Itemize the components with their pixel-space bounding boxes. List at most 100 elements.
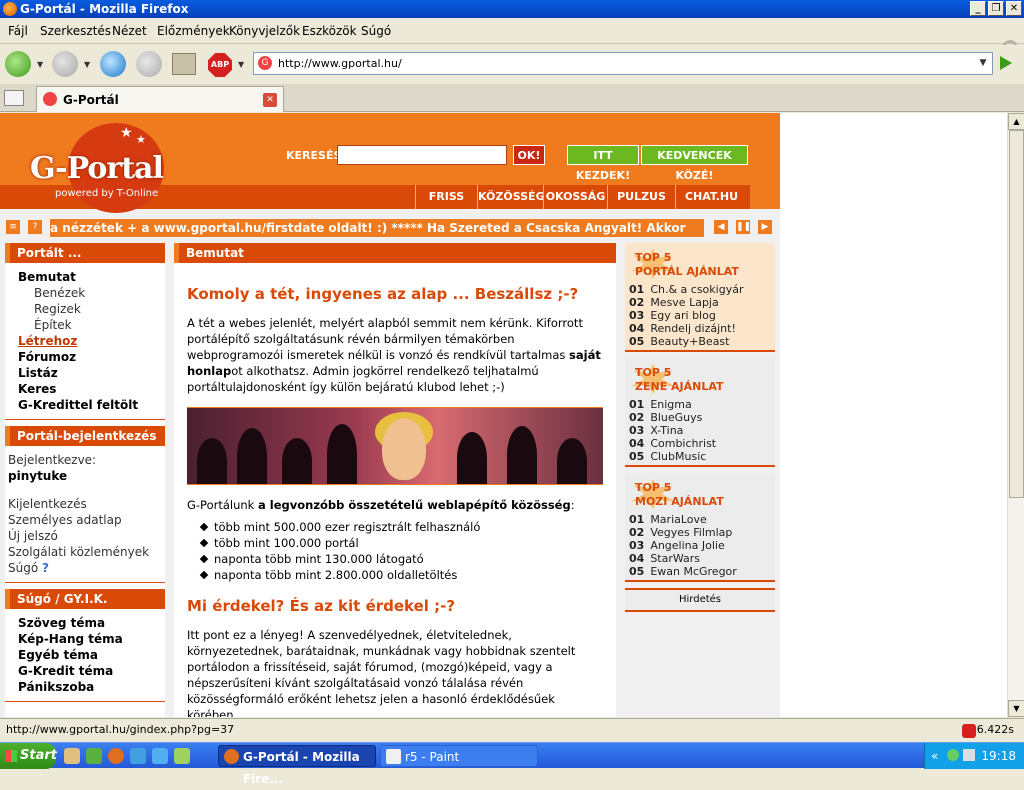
menu-help[interactable]: Súgó: [361, 24, 391, 38]
scroll-thumb[interactable]: [1009, 130, 1024, 498]
help-item-media[interactable]: Kép-Hang téma: [5, 631, 165, 647]
menu-history[interactable]: Előzmények: [157, 24, 230, 38]
menu-bookmarks[interactable]: Könyvjelzők: [229, 24, 300, 38]
list-item[interactable]: 05 ClubMusic: [629, 450, 771, 463]
reload-icon[interactable]: [100, 51, 126, 77]
sidebar-item-listaz[interactable]: Listáz: [5, 365, 165, 381]
profile-link[interactable]: Személyes adatlap: [5, 512, 165, 528]
list-item[interactable]: 03 Egy ari blog: [629, 309, 771, 322]
help-item-text[interactable]: Szöveg téma: [5, 615, 165, 631]
network-tray-icon[interactable]: [963, 749, 975, 761]
woman-face: [382, 418, 426, 480]
search-input[interactable]: [337, 145, 507, 165]
ticker-next-icon[interactable]: ▶: [758, 220, 772, 234]
help-item-gkredit[interactable]: G-Kredit téma: [5, 663, 165, 679]
help-link[interactable]: Súgó: [8, 561, 38, 575]
list-item[interactable]: 05 Ewan McGregor: [629, 565, 771, 578]
search-ok-button[interactable]: OK!: [513, 145, 545, 165]
menu-tools[interactable]: Eszközök: [302, 24, 357, 38]
list-item[interactable]: 03 X-Tina: [629, 424, 771, 437]
adblock-dropdown-icon[interactable]: ▼: [238, 60, 244, 69]
promo-banner-image[interactable]: [187, 407, 603, 485]
site-logo[interactable]: G-Portal: [30, 151, 164, 186]
menu-view[interactable]: Nézet: [112, 24, 147, 38]
ticker-pause-icon[interactable]: ❚❚: [736, 220, 751, 234]
list-item[interactable]: 05 Beauty+Beast: [629, 335, 771, 348]
close-button[interactable]: ✕: [1006, 1, 1022, 16]
sidebar-item-gkredit[interactable]: G-Kredittel feltölt: [5, 397, 165, 413]
list-item[interactable]: 02 Mesve Lapja: [629, 296, 771, 309]
tray-expand-icon[interactable]: «: [931, 743, 938, 769]
ie-icon[interactable]: [130, 748, 146, 764]
messenger-tray-icon[interactable]: [947, 749, 959, 761]
list-item[interactable]: 04 Combichrist: [629, 437, 771, 450]
address-dropdown-icon[interactable]: ▼: [975, 53, 991, 74]
messenger-icon[interactable]: [174, 748, 190, 764]
forward-arrow-icon[interactable]: [52, 51, 78, 77]
forward-dropdown-icon[interactable]: ▼: [84, 60, 90, 69]
sidebar-item-bemutat[interactable]: Bemutat: [5, 269, 165, 285]
list-item[interactable]: 01 MariaLove: [629, 513, 771, 526]
scroll-down-icon[interactable]: ▼: [1008, 700, 1024, 717]
ticker-help-icon[interactable]: ?: [28, 220, 42, 234]
add-favorites-button[interactable]: KEDVENCEK KÖZÉ!: [641, 145, 748, 182]
nav-pulzus[interactable]: PULZUS: [607, 185, 675, 209]
list-item[interactable]: 02 BlueGuys: [629, 411, 771, 424]
quicklaunch-icon[interactable]: [86, 748, 102, 764]
start-here-button[interactable]: ITT KEZDEK!: [567, 145, 639, 182]
address-bar[interactable]: G http://www.gportal.hu/: [253, 52, 993, 75]
community-text: G-Portálunk: [187, 498, 258, 512]
help-item-other[interactable]: Egyéb téma: [5, 647, 165, 663]
sidebar-item-regizek[interactable]: Regizek: [5, 301, 165, 317]
tab-gportal[interactable]: G-Portál ✕: [36, 86, 284, 112]
taskbar-item-paint[interactable]: r5 - Paint: [380, 745, 538, 767]
login-label: Bejelentkezve:: [8, 453, 97, 467]
status-url: http://www.gportal.hu/gindex.php?pg=37: [6, 723, 235, 736]
logout-link[interactable]: Kijelentkezés: [5, 496, 165, 512]
scroll-up-icon[interactable]: ▲: [1008, 113, 1024, 130]
nav-okossag[interactable]: OKOSSÁG: [543, 185, 607, 209]
help-question-icon[interactable]: ?: [42, 561, 49, 575]
ticker-message[interactable]: a nézzétek + a www.gportal.hu/firstdate …: [50, 219, 704, 237]
sidebar-item-forumoz[interactable]: Fórumoz: [5, 349, 165, 365]
sidebar-item-keres[interactable]: Keres: [5, 381, 165, 397]
quicklaunch-icon[interactable]: [152, 748, 168, 764]
adblock-status-icon[interactable]: [962, 724, 976, 738]
menu-file[interactable]: Fájl: [8, 24, 28, 38]
firefox-quicklaunch-icon[interactable]: [108, 748, 124, 764]
ticker-prev-icon[interactable]: ◀: [714, 220, 728, 234]
home-icon[interactable]: [172, 53, 196, 75]
ticker-list-icon[interactable]: ≡: [6, 220, 20, 234]
list-item[interactable]: 02 Vegyes Filmlap: [629, 526, 771, 539]
back-dropdown-icon[interactable]: ▼: [37, 60, 43, 69]
page-viewport: FRISS KÖZÖSSÉG OKOSSÁG PULZUS CHAT.HU ★ …: [0, 113, 1007, 717]
menu-edit[interactable]: Szerkesztés: [40, 24, 111, 38]
new-password-link[interactable]: Új jelszó: [5, 528, 165, 544]
list-item[interactable]: 03 Angelina Jolie: [629, 539, 771, 552]
nav-chat[interactable]: CHAT.HU: [675, 185, 747, 209]
nav-friss[interactable]: FRISS: [415, 185, 477, 209]
desktop-icon[interactable]: [64, 748, 80, 764]
notices-link[interactable]: Szolgálati közlemények: [5, 544, 165, 560]
stop-icon[interactable]: [136, 51, 162, 77]
new-tab-icon[interactable]: [4, 90, 24, 106]
go-arrow-icon[interactable]: [1000, 56, 1012, 70]
start-button[interactable]: Start: [0, 743, 57, 769]
back-arrow-icon[interactable]: [5, 51, 31, 77]
minimize-button[interactable]: _: [970, 1, 986, 16]
sidebar-item-epitek[interactable]: Építek: [5, 317, 165, 333]
taskbar-item-firefox[interactable]: G-Portál - Mozilla Fire...: [218, 745, 376, 786]
help-item-panic[interactable]: Pánikszoba: [5, 679, 165, 695]
adblock-icon[interactable]: ABP: [208, 53, 232, 77]
sidebar-item-letrehoz[interactable]: Létrehoz: [5, 333, 165, 349]
list-item[interactable]: 04 StarWars: [629, 552, 771, 565]
list-item[interactable]: 01 Ch.& a csokigyár: [629, 283, 771, 296]
tab-close-icon[interactable]: ✕: [263, 93, 277, 107]
community-colon: :: [570, 498, 575, 512]
list-item[interactable]: 01 Enigma: [629, 398, 771, 411]
restore-button[interactable]: ❐: [988, 1, 1004, 16]
list-item[interactable]: 04 Rendelj dizájnt!: [629, 322, 771, 335]
nav-kozosseg[interactable]: KÖZÖSSÉG: [477, 185, 545, 209]
sidebar-item-benezek[interactable]: Benézek: [5, 285, 165, 301]
vertical-scrollbar[interactable]: ▲ ▼: [1007, 113, 1024, 717]
